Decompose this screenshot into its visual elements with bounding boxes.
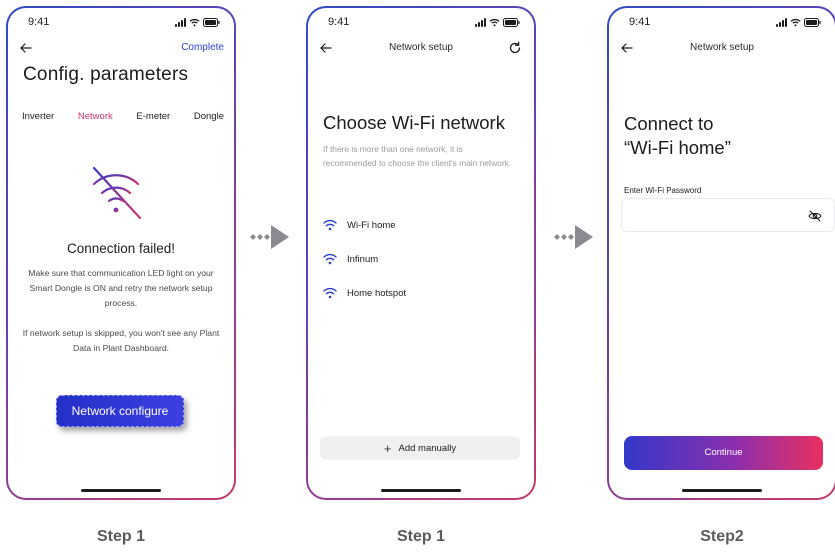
title-line-1: Connect to	[624, 113, 714, 134]
network-name: Wi-Fi home	[347, 219, 396, 231]
nav-title: Network setup	[690, 42, 754, 53]
wifi-icon	[323, 219, 337, 231]
continue-button[interactable]: Continue	[624, 436, 823, 470]
tab-dongle[interactable]: Dongle	[194, 111, 224, 122]
next-step-arrow-icon	[554, 225, 593, 249]
add-manually-label: Add manually	[398, 442, 457, 454]
network-name: Infinum	[347, 253, 379, 265]
network-item-infinum[interactable]: Infinum	[323, 242, 522, 276]
status-icons	[776, 18, 821, 27]
plus-icon: +	[383, 440, 392, 456]
page-title: Choose Wi-Fi network	[323, 112, 505, 133]
tab-network[interactable]: Network	[78, 111, 113, 122]
network-list: Wi-Fi home Infinum Home hotspot	[323, 208, 522, 310]
page-title: Connect to “Wi-Fi home”	[624, 112, 731, 160]
skip-warning-text: If network setup is skipped, you won't s…	[22, 328, 220, 353]
home-indicator	[381, 489, 461, 492]
eye-off-icon[interactable]	[808, 210, 822, 222]
wifi-status-icon	[189, 18, 200, 27]
connection-failed-title: Connection failed!	[66, 241, 176, 256]
nav-bar: Network setup	[609, 38, 835, 60]
add-manually-button[interactable]: + Add manually	[320, 436, 520, 460]
network-hint-text: If there is more than one network, it is…	[323, 144, 512, 168]
status-icons	[475, 18, 520, 27]
battery-icon	[503, 18, 520, 27]
status-time: 9:41	[328, 16, 350, 28]
step-label-3: Step2	[700, 528, 744, 545]
network-configure-button[interactable]: Network configure	[56, 395, 184, 427]
connect-screen: 9:41 Network setup Connect to “Wi-Fi hom…	[609, 8, 835, 498]
refresh-icon[interactable]	[508, 41, 522, 55]
status-bar: 9:41	[609, 16, 835, 32]
battery-icon	[203, 18, 220, 27]
wifi-icon	[323, 253, 337, 265]
network-name: Home hotspot	[347, 287, 407, 299]
wifi-off-icon	[92, 166, 142, 220]
home-indicator	[682, 489, 762, 492]
nav-bar: Network setup	[308, 38, 534, 60]
back-arrow-icon[interactable]	[18, 40, 34, 56]
config-screen: 9:41 Complete Config. parameters Inverte…	[8, 8, 234, 498]
network-item-home-hotspot[interactable]: Home hotspot	[323, 276, 522, 310]
battery-icon	[804, 18, 821, 27]
signal-icon	[175, 18, 186, 27]
tab-inverter[interactable]: Inverter	[22, 111, 54, 122]
password-field[interactable]	[621, 198, 835, 232]
signal-icon	[776, 18, 787, 27]
status-time: 9:41	[28, 16, 50, 28]
status-time: 9:41	[629, 16, 651, 28]
choose-network-screen: 9:41 Network setup Choose Wi-Fi network …	[308, 8, 534, 498]
status-icons	[175, 18, 220, 27]
step-label-2: Step 1	[396, 528, 445, 545]
title-line-2: “Wi-Fi home”	[624, 137, 731, 158]
phone-frame-config: 9:41 Complete Config. parameters Inverte…	[6, 6, 236, 500]
nav-title: Network setup	[389, 42, 453, 53]
parameter-tabs: Inverter Network E-meter Dongle	[22, 111, 224, 122]
step-label-1: Step 1	[96, 528, 145, 545]
signal-icon	[475, 18, 486, 27]
tab-e-meter[interactable]: E-meter	[136, 111, 170, 122]
page-title: Config. parameters	[23, 64, 189, 85]
wifi-icon	[323, 287, 337, 299]
password-label: Enter Wi-Fi Password	[624, 186, 702, 195]
wifi-status-icon	[790, 18, 801, 27]
wifi-status-icon	[489, 18, 500, 27]
home-indicator	[81, 489, 161, 492]
phone-frame-choose-network: 9:41 Network setup Choose Wi-Fi network …	[306, 6, 536, 500]
phone-frame-connect: 9:41 Network setup Connect to “Wi-Fi hom…	[607, 6, 835, 500]
led-instruction-text: Make sure that communication LED light o…	[28, 268, 214, 308]
next-step-arrow-icon	[250, 225, 289, 249]
complete-link[interactable]: Complete	[181, 42, 224, 53]
status-bar: 9:41	[308, 16, 534, 32]
network-item-wifi-home[interactable]: Wi-Fi home	[323, 208, 522, 242]
nav-bar: Complete	[8, 38, 234, 60]
status-bar: 9:41	[8, 16, 234, 32]
